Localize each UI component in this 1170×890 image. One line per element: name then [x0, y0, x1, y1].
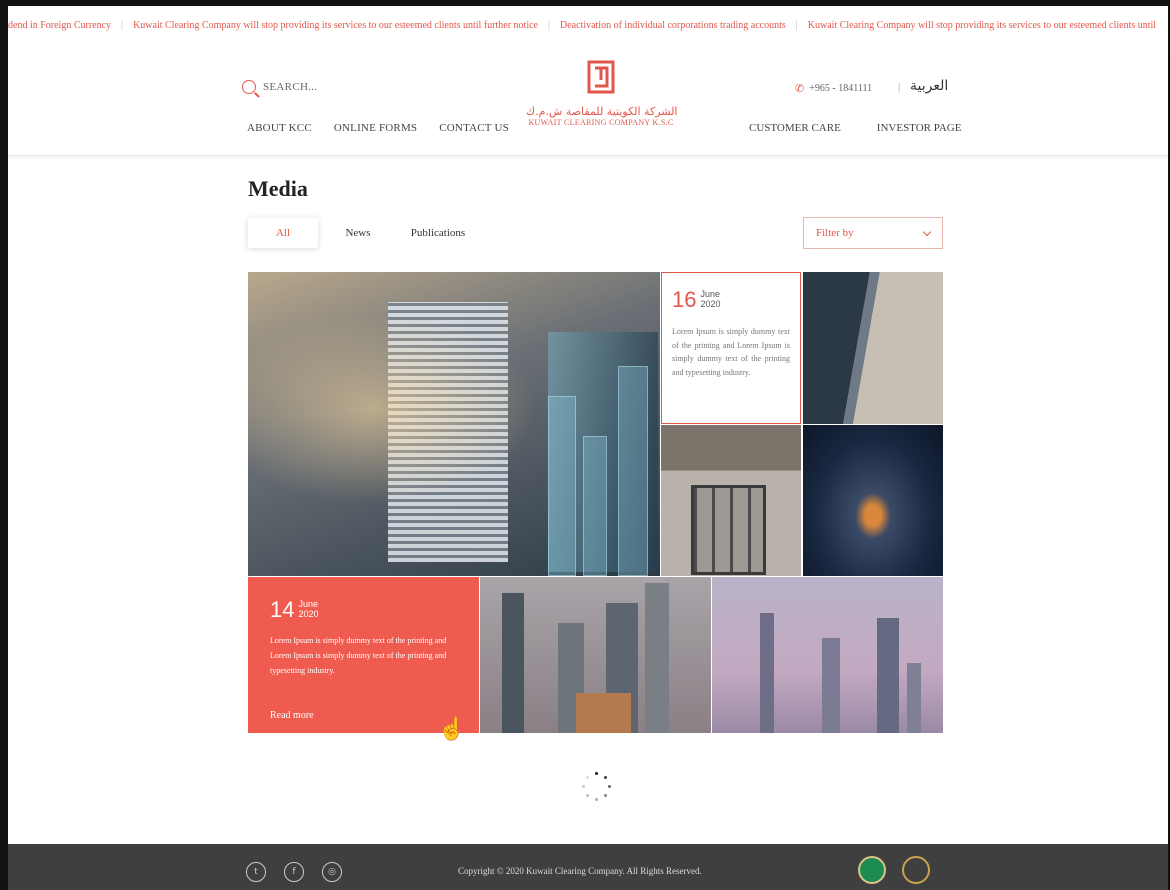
tab-news[interactable]: News	[318, 218, 398, 248]
card-text: Lorem Ipsum is simply dummy text of the …	[672, 327, 790, 377]
media-tabs: All News Publications	[248, 218, 478, 248]
card-month: June	[298, 599, 319, 610]
news-card[interactable]: 16 June 2020 Lorem Ipsum is simply dummy …	[661, 272, 801, 424]
media-image-coins[interactable]	[248, 272, 660, 576]
logo-arabic-text: الشركة الكويتية للمقاصة ش.م.ك	[526, 105, 678, 118]
partner-emblem-icon[interactable]	[902, 856, 930, 884]
building-decoration	[822, 638, 840, 733]
facebook-icon[interactable]: f	[284, 862, 304, 882]
card-day: 14	[270, 597, 295, 622]
ticker-item[interactable]: Kuwait Clearing Company will stop provid…	[133, 20, 538, 31]
search-label: SEARCH...	[263, 81, 318, 93]
media-image-tower[interactable]	[803, 272, 943, 424]
nav-investor-page[interactable]: INVESTOR PAGE	[877, 122, 962, 134]
twitter-icon[interactable]: t	[246, 862, 266, 882]
featured-news-card[interactable]: 14 June 2020 Lorem Ipsum is simply dummy …	[248, 577, 479, 733]
card-month-year: June 2020	[700, 289, 721, 310]
primary-nav: ABOUT KCC ONLINE FORMS CONTACT US	[247, 122, 509, 134]
card-month: June	[700, 289, 721, 300]
news-ticker: dend in Foreign Currency | Kuwait Clearing…	[8, 20, 1168, 42]
chart-bar-decoration	[583, 436, 607, 576]
loading-spinner-icon	[581, 772, 613, 804]
phone-text: +965 - 1841111	[809, 83, 873, 94]
ticker-separator: |	[547, 20, 550, 31]
card-text: Lorem Ipsum is simply dummy text of the …	[270, 636, 447, 676]
ticker-separator: |	[795, 20, 798, 31]
language-switch[interactable]: العربية	[910, 78, 948, 94]
filter-label: Filter by	[816, 227, 854, 239]
ticker-separator: |	[121, 20, 124, 31]
logo-mark-icon	[587, 60, 615, 94]
search-trigger[interactable]: SEARCH...	[242, 80, 317, 94]
card-year: 2020	[298, 609, 319, 619]
site-header: SEARCH... ABOUT KCC ONLINE FORMS CONTACT…	[8, 50, 1168, 156]
page-title: Media	[248, 176, 308, 201]
secondary-nav: CUSTOMER CARE INVESTOR PAGE	[749, 122, 961, 134]
phone-icon: ✆	[795, 83, 805, 95]
nav-customer-care[interactable]: CUSTOMER CARE	[749, 122, 841, 134]
chart-bar-decoration	[548, 396, 576, 576]
tab-publications[interactable]: Publications	[398, 218, 478, 248]
chevron-down-icon	[922, 227, 932, 236]
ticker-item[interactable]: Deactivation of individual corporations …	[560, 20, 786, 31]
phone-number[interactable]: ✆ +965 - 1841111	[795, 82, 872, 95]
read-more-link[interactable]: Read more	[270, 710, 314, 721]
nav-online-forms[interactable]: ONLINE FORMS	[334, 122, 417, 134]
logo-english-text: KUWAIT CLEARING COMPANY K.S.C	[528, 118, 674, 127]
divider: |	[898, 81, 901, 93]
tab-all[interactable]: All	[248, 218, 318, 248]
card-month-year: June 2020	[298, 599, 319, 620]
site-footer: t f ◎ Copyright © 2020 Kuwait Clearing C…	[8, 844, 1168, 890]
media-image-skyline[interactable]	[480, 577, 711, 733]
building-decoration	[502, 593, 524, 733]
building-decoration	[645, 583, 669, 733]
ticker-item[interactable]: Kuwait Clearing Company will stop provid…	[808, 20, 1156, 31]
building-decoration	[877, 618, 899, 733]
media-image-skyline-dusk[interactable]	[712, 577, 943, 733]
card-day: 16	[672, 287, 697, 312]
media-image-entrance[interactable]	[661, 425, 801, 576]
search-icon	[242, 80, 256, 94]
kcc-logo[interactable]: الشركة الكويتية للمقاصة ش.م.ك KUWAIT CLE…	[526, 60, 678, 127]
building-decoration	[907, 663, 921, 733]
kuwait-emblem-icon[interactable]	[858, 856, 886, 884]
media-image-night-city[interactable]	[803, 425, 943, 576]
building-decoration	[760, 613, 774, 733]
chart-bar-decoration	[618, 366, 648, 576]
building-decoration	[576, 693, 631, 733]
card-year: 2020	[700, 299, 721, 309]
hand-cursor-icon: ☝	[438, 716, 466, 741]
ticker-item[interactable]: dend in Foreign Currency	[8, 20, 111, 31]
nav-about-kcc[interactable]: ABOUT KCC	[247, 122, 312, 134]
instagram-icon[interactable]: ◎	[322, 862, 342, 882]
filter-dropdown[interactable]: Filter by	[803, 217, 943, 249]
door-decoration	[691, 485, 766, 575]
nav-contact-us[interactable]: CONTACT US	[439, 122, 509, 134]
copyright-text: Copyright © 2020 Kuwait Clearing Company…	[458, 866, 702, 876]
